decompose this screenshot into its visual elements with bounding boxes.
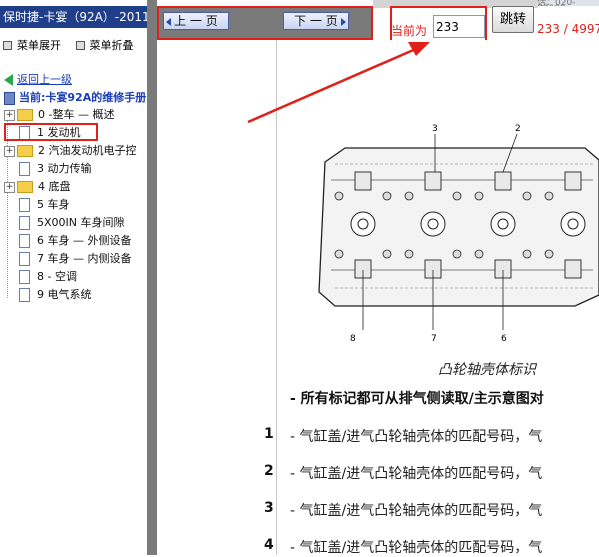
arrow-left-icon xyxy=(166,18,171,26)
document-icon xyxy=(19,270,30,284)
tree-item-label: 2 汽油发动机电子控 xyxy=(38,144,137,157)
tree-item-4[interactable]: +4 底盘 xyxy=(4,179,71,195)
arrow-right-icon xyxy=(341,18,346,26)
row-text: - 气缸盖/进气凸轮轴壳体的匹配号码，气 xyxy=(290,503,543,519)
row-text: - 气缸盖/进气凸轮轴壳体的匹配号码，气 xyxy=(290,540,543,556)
page-count: 233 / 4997 xyxy=(537,22,599,36)
tree-item-5[interactable]: 5 车身 xyxy=(4,197,70,213)
jump-button[interactable]: 跳转 xyxy=(492,6,534,33)
next-page-label: 下 一 页 xyxy=(294,14,338,28)
figure-label: 6 xyxy=(501,334,507,344)
current-book: 当前:卡宴92A的维修手册 xyxy=(4,89,146,105)
figure-label: 7 xyxy=(431,334,437,344)
tree-item-label: 4 底盘 xyxy=(38,180,71,193)
tree-item-label: 3 动力传输 xyxy=(37,162,92,175)
page-number-input[interactable] xyxy=(433,15,485,38)
figure-label: 8 xyxy=(350,334,356,344)
row-number: 1 xyxy=(264,426,274,442)
tree-item-6[interactable]: 5X00IN 车身间隙 xyxy=(4,215,125,231)
collapse-all-button[interactable]: 菜单折叠 xyxy=(75,37,134,51)
figure-label: 3 xyxy=(432,124,438,134)
document-icon xyxy=(19,216,30,230)
collapse-icon xyxy=(75,40,85,50)
highlight-box xyxy=(4,123,98,141)
tree-item-label: 0 -整车 — 概述 xyxy=(38,108,115,121)
tree-item-7[interactable]: 6 车身 — 外侧设备 xyxy=(4,233,132,249)
camshaft-housing-figure xyxy=(318,133,599,330)
collapse-all-label: 菜单折叠 xyxy=(89,39,134,51)
page-nav-box: 上 一 页 下 一 页 xyxy=(157,6,373,40)
prev-page-label: 上 一 页 xyxy=(174,14,218,28)
next-page-button[interactable]: 下 一 页 xyxy=(283,12,349,30)
top-fragment: 话：020-07000 xyxy=(537,0,599,6)
back-link[interactable]: 返回上一级 xyxy=(4,71,72,87)
folder-icon xyxy=(17,109,33,121)
document-icon xyxy=(19,198,30,212)
back-arrow-icon xyxy=(4,74,13,86)
back-link-label: 返回上一级 xyxy=(17,73,72,86)
tree-item-0[interactable]: +0 -整车 — 概述 xyxy=(4,107,114,123)
tree-item-label: 5 车身 xyxy=(37,198,70,211)
tree-item-10[interactable]: 9 电气系统 xyxy=(4,287,92,303)
expand-plus-icon[interactable]: + xyxy=(4,109,15,121)
expand-plus-icon[interactable]: + xyxy=(4,181,15,193)
document-icon xyxy=(19,234,30,248)
row-number: 3 xyxy=(264,500,274,516)
tree-item-label: 8 - 空调 xyxy=(37,270,77,283)
folder-icon xyxy=(17,181,33,193)
tree-item-9[interactable]: 8 - 空调 xyxy=(4,269,77,285)
tree-item-3[interactable]: 3 动力传输 xyxy=(4,161,92,177)
prev-page-button[interactable]: 上 一 页 xyxy=(163,12,229,30)
row-text: - 气缸盖/进气凸轮轴壳体的匹配号码，气 xyxy=(290,466,543,482)
sidebar: 保时捷-卡宴（92A）-2011 菜单展开 菜单折叠 返回上一级 当前:卡宴92… xyxy=(0,0,148,555)
row-number: 2 xyxy=(264,463,274,479)
document-icon xyxy=(19,288,30,302)
tree-item-label: 9 电气系统 xyxy=(37,288,92,301)
current-book-label: 当前:卡宴92A的维修手册 xyxy=(19,91,147,104)
row-number: 4 xyxy=(264,537,274,553)
expand-all-button[interactable]: 菜单展开 xyxy=(3,37,61,51)
folder-icon xyxy=(17,145,33,157)
tree-item-2[interactable]: +2 汽油发动机电子控 xyxy=(4,143,137,159)
document-icon xyxy=(19,162,30,176)
expand-icon xyxy=(3,40,12,50)
figure-label: 2 xyxy=(515,124,521,134)
expand-all-label: 菜单展开 xyxy=(17,39,61,51)
content-gutter xyxy=(157,40,277,555)
current-page-label: 当前为 xyxy=(391,24,428,38)
note-text: - 所有标记都可从排气侧读取/主示意图对 xyxy=(290,391,544,407)
menu-row: 菜单展开 菜单折叠 xyxy=(0,37,147,51)
book-icon xyxy=(4,91,15,105)
expand-plus-icon[interactable]: + xyxy=(4,145,15,157)
tree-item-8[interactable]: 7 车身 — 内侧设备 xyxy=(4,251,132,267)
figure-caption: 凸轮轴壳体标识 xyxy=(438,362,536,378)
pane-splitter[interactable] xyxy=(147,0,157,555)
sidebar-title: 保时捷-卡宴（92A）-2011 xyxy=(0,6,147,28)
row-text: - 气缸盖/进气凸轮轴壳体的匹配号码，气 xyxy=(290,429,543,445)
tree-item-label: 7 车身 — 内侧设备 xyxy=(37,252,132,265)
document-icon xyxy=(19,252,30,266)
tree-item-label: 5X00IN 车身间隙 xyxy=(37,216,125,229)
tree-item-label: 6 车身 — 外侧设备 xyxy=(37,234,132,247)
